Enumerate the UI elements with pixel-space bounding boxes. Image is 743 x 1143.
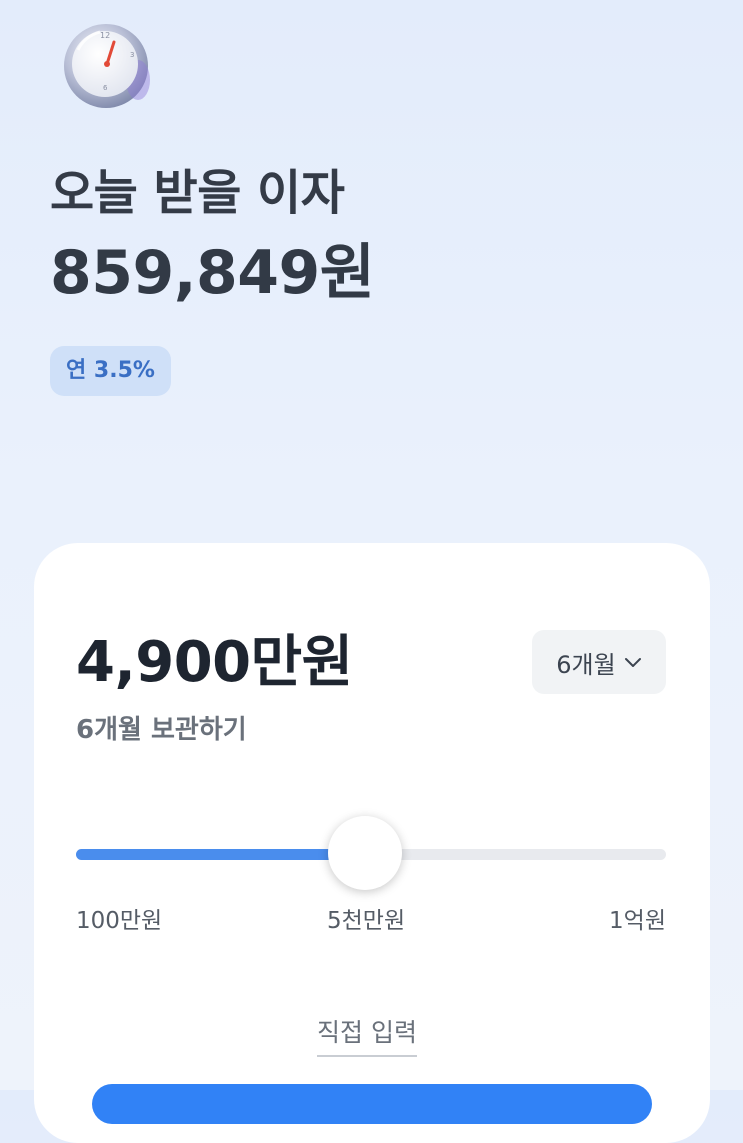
deposit-amount: 4,900만원 (76, 630, 353, 695)
keep-period-text: 6개월 보관하기 (76, 715, 247, 745)
period-select[interactable]: 6개월 (532, 630, 666, 694)
svg-text:12: 12 (100, 31, 110, 40)
primary-action-button[interactable] (92, 1084, 652, 1124)
amount-slider[interactable] (76, 803, 666, 903)
deposit-card: 4,900만원 6개월 6개월 보관하기 100만원 5천만원 1억원 직접 입… (34, 543, 710, 1143)
rate-badge: 연 3.5% (50, 346, 171, 396)
slider-thumb[interactable] (328, 816, 402, 890)
clock-icon: 12 3 6 (64, 24, 150, 108)
page-title: 오늘 받을 이자 (50, 165, 345, 221)
slider-fill (76, 849, 365, 860)
interest-amount: 859,849원 (50, 238, 375, 308)
slider-mid-label: 5천만원 (327, 908, 406, 934)
chevron-down-icon (624, 658, 641, 667)
slider-max-label: 1억원 (609, 908, 666, 934)
svg-text:6: 6 (103, 84, 108, 92)
slider-min-label: 100만원 (76, 908, 163, 934)
svg-text:3: 3 (130, 51, 134, 59)
direct-input-link[interactable]: 직접 입력 (317, 1013, 417, 1057)
period-select-label: 6개월 (556, 650, 616, 679)
